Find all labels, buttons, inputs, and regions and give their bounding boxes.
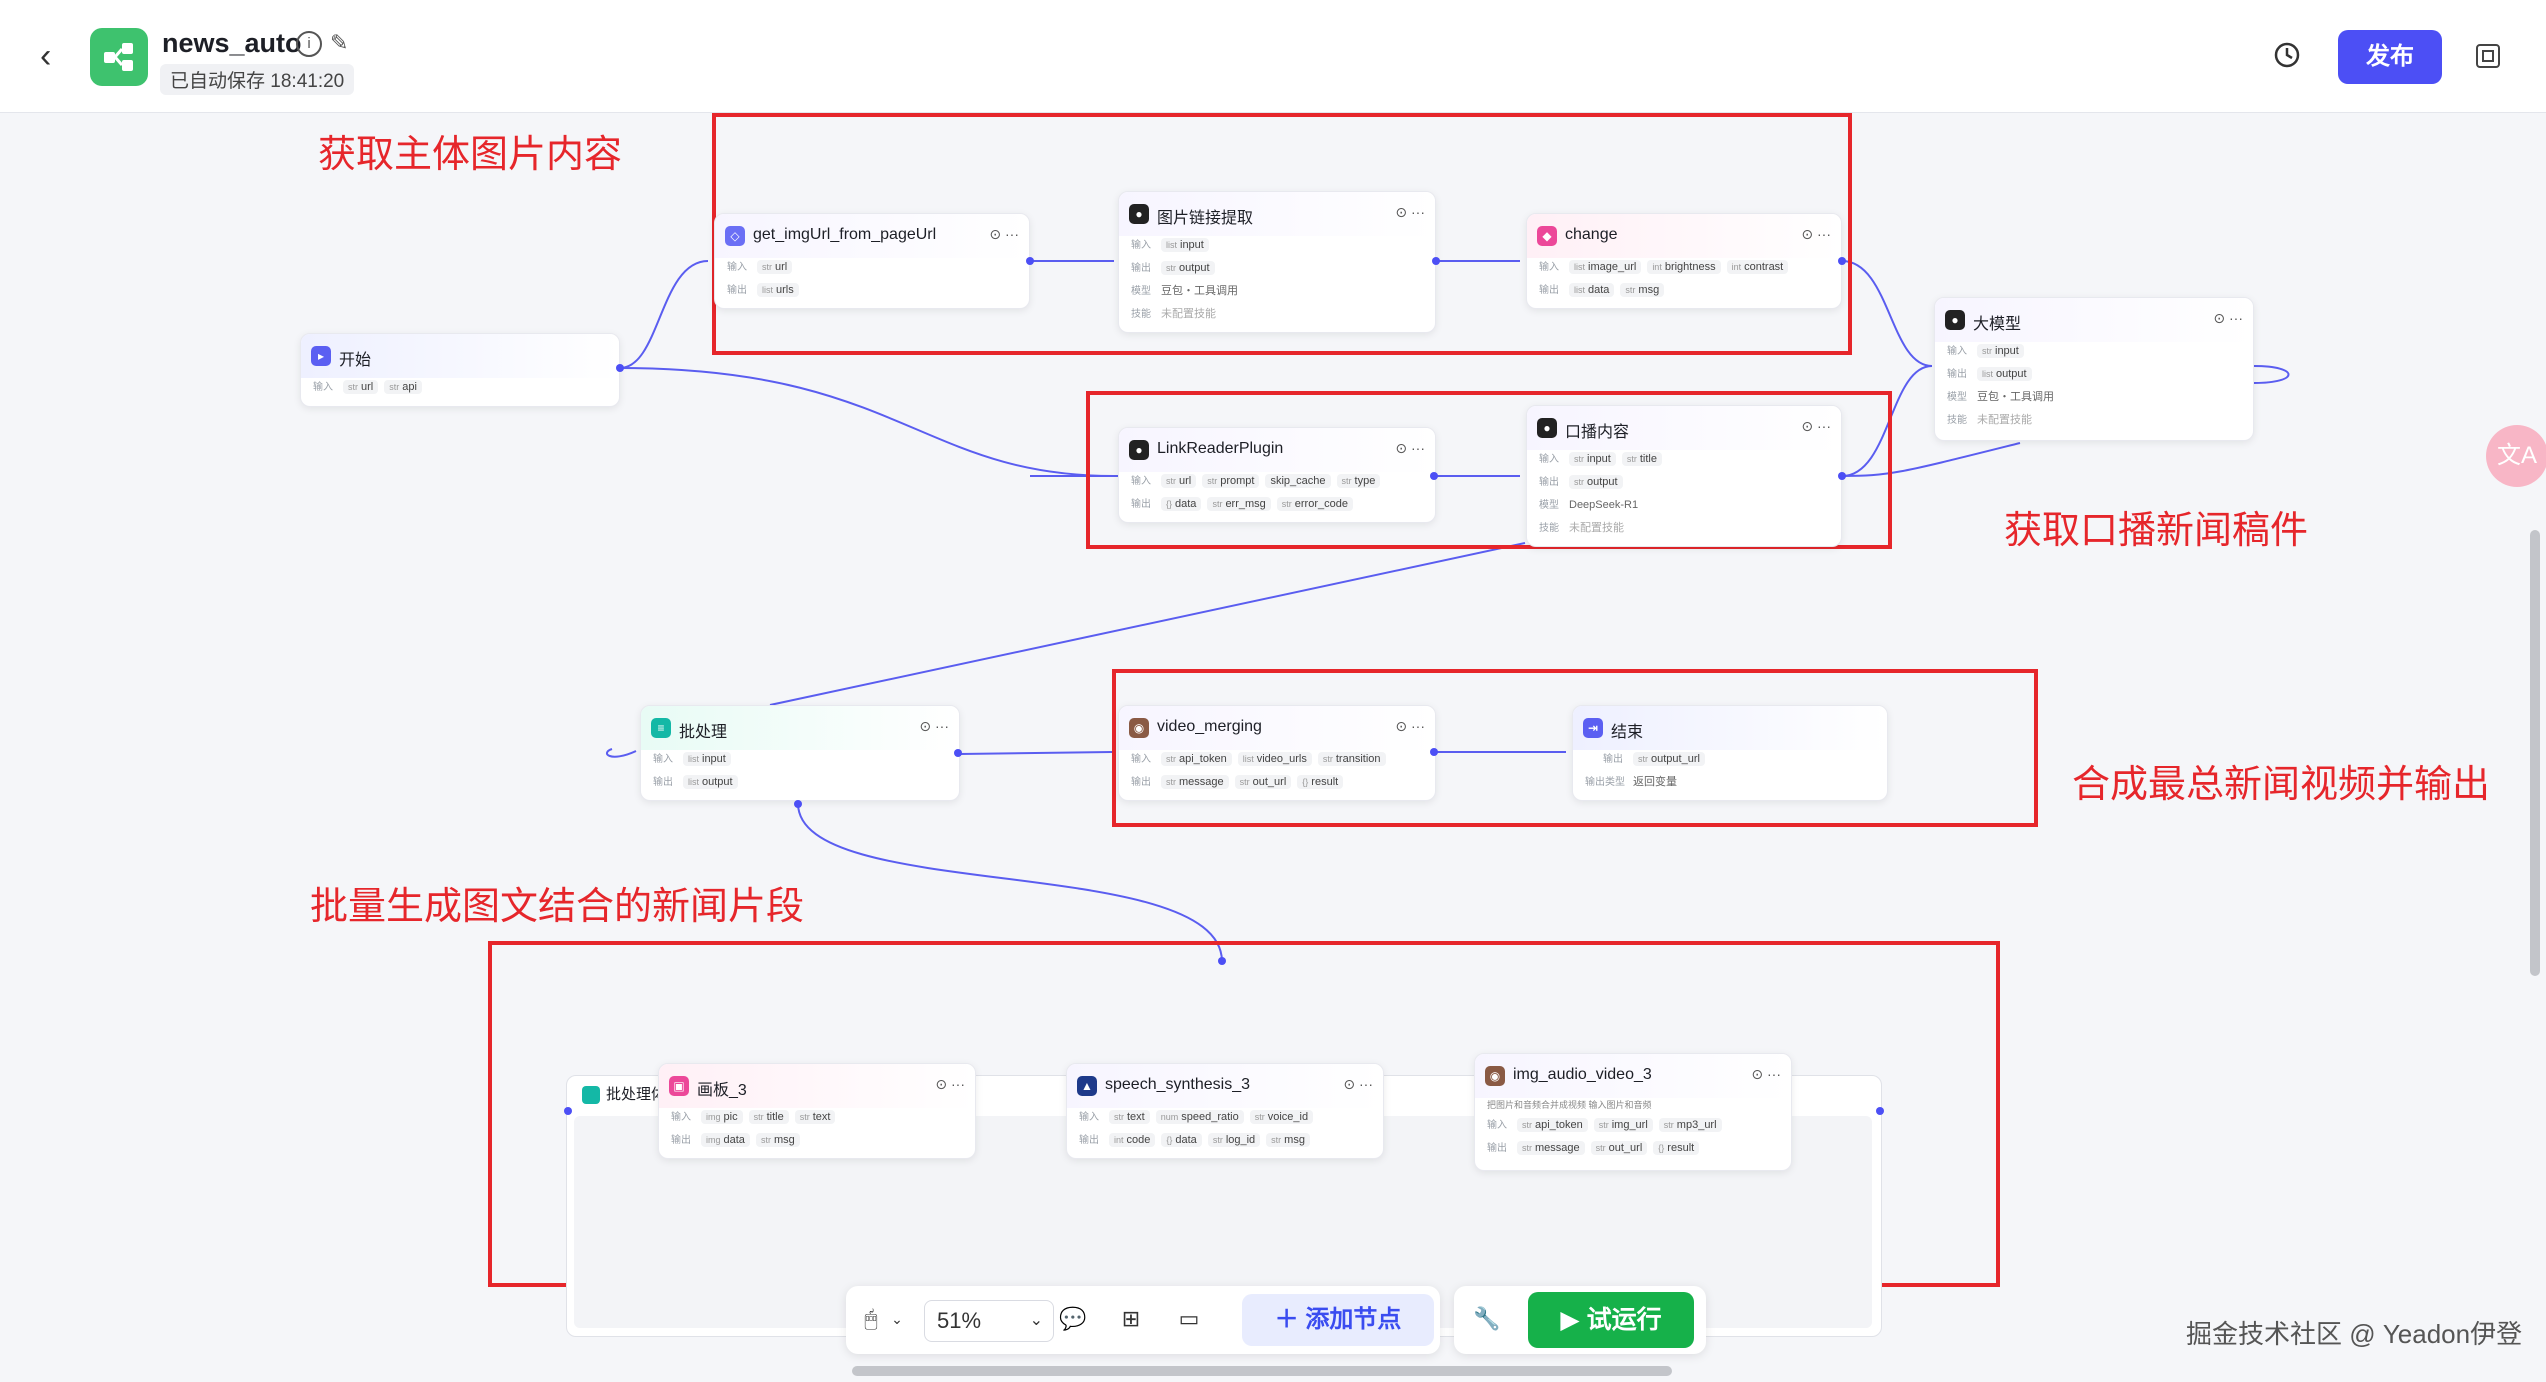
llm-icon: ● — [1537, 418, 1557, 438]
batch-icon: ≡ — [651, 718, 671, 738]
loop-title: 批处理体 — [582, 1083, 666, 1105]
test-run-button[interactable]: ▶ 试运行 — [1528, 1292, 1694, 1348]
annotation-text-batch: 批量生成图文结合的新闻片段 — [310, 884, 805, 928]
llm-icon: ● — [1129, 204, 1149, 224]
node-more-icon[interactable]: ⊙ ··· — [2213, 310, 2243, 327]
node-more-icon[interactable]: ⊙ ··· — [1801, 418, 1831, 435]
plugin-icon: ◇ — [725, 226, 745, 246]
node-title: LinkReaderPlugin — [1157, 440, 1284, 457]
node-title: change — [1565, 226, 1618, 243]
port-dot[interactable] — [1838, 472, 1846, 480]
node-title: video_merging — [1157, 718, 1262, 735]
port-dot[interactable] — [564, 1107, 572, 1115]
avatar-icon: ◉ — [1485, 1066, 1505, 1086]
node-more-icon[interactable]: ⊙ ··· — [919, 718, 949, 735]
node-change[interactable]: ◆ change ⊙ ··· 输入 list image_url int brightn… — [1526, 213, 1842, 309]
end-icon: ⇥ — [1583, 718, 1603, 738]
port-dot[interactable] — [794, 800, 802, 808]
node-more-icon[interactable]: ⊙ ··· — [989, 226, 1019, 243]
node-canvas-3[interactable]: ▣ 画板_3 ⊙ ··· 输入 img pic str title str text 输出 i… — [658, 1063, 976, 1159]
port-dot[interactable] — [1430, 472, 1438, 480]
start-icon: ▸ — [311, 346, 331, 366]
speech-icon: ▲ — [1077, 1076, 1097, 1096]
port-dot[interactable] — [1218, 957, 1226, 965]
node-img-audio-video[interactable]: ◉ img_audio_video_3 ⊙ ··· 把图片和音频合并成视频 输入… — [1474, 1053, 1792, 1171]
layout-icon[interactable]: ⊞ — [1116, 1304, 1146, 1334]
app-logo — [90, 28, 148, 86]
node-title: 图片链接提取 — [1157, 210, 1254, 227]
autosave-status: 已自动保存 18:41:20 — [160, 64, 355, 95]
zoom-select[interactable]: 51% ⌄ — [924, 1300, 1054, 1342]
annotation-text-video: 合成最总新闻视频并输出 — [2072, 762, 2491, 806]
node-more-icon[interactable]: ⊙ ··· — [1395, 440, 1425, 457]
node-start[interactable]: ▸ 开始 输入 str url str api — [300, 333, 620, 407]
node-more-icon[interactable]: ⊙ ··· — [935, 1076, 965, 1093]
wrench-icon[interactable]: 🔧 — [1472, 1304, 1502, 1334]
port-dot[interactable] — [1838, 257, 1846, 265]
back-icon[interactable]: ‹ — [40, 36, 74, 76]
node-title: 批处理 — [679, 724, 728, 741]
app-name: news_auto — [162, 28, 302, 58]
info-icon[interactable]: i — [296, 31, 322, 57]
avatar-icon: ◉ — [1129, 718, 1149, 738]
minimap-icon[interactable]: ▭ — [1174, 1304, 1204, 1334]
port-dot[interactable] — [616, 364, 624, 372]
node-batch[interactable]: ≡ 批处理 ⊙ ··· 输入 list input 输出 list output — [640, 705, 960, 801]
node-more-icon[interactable]: ⊙ ··· — [1395, 718, 1425, 735]
edit-icon[interactable]: ✎ — [330, 30, 348, 56]
vertical-scrollbar[interactable] — [2530, 530, 2540, 976]
node-title: 大模型 — [1973, 316, 2022, 333]
node-broadcast-content[interactable]: ● 口播内容 ⊙ ··· 输入 str input str title 输出 str out… — [1526, 405, 1842, 547]
llm-icon: ● — [1945, 310, 1965, 330]
node-title: img_audio_video_3 — [1513, 1066, 1652, 1083]
horizontal-scrollbar[interactable] — [852, 1366, 1672, 1376]
translate-icon[interactable]: 文A — [2486, 425, 2546, 487]
annotation-text-image: 获取主体图片内容 — [318, 132, 623, 176]
history-icon[interactable] — [2272, 40, 2302, 70]
node-get-img-url[interactable]: ◇ get_imgUrl_from_pageUrl ⊙ ··· 输入 str url… — [714, 213, 1030, 309]
chevron-down-icon[interactable]: ⌄ — [882, 1304, 912, 1334]
workflow-canvas[interactable]: 获取主体图片内容 获取口播新闻稿件 合成最总新闻视频并输出 批量生成图文结合的新… — [0, 113, 2546, 1382]
node-image-link-extract[interactable]: ● 图片链接提取 ⊙ ··· 输入 list input 输出 str output 模… — [1118, 191, 1436, 333]
node-llm[interactable]: ● 大模型 ⊙ ··· 输入 str input 输出 list output 模型 豆包… — [1934, 297, 2254, 441]
node-title: 结束 — [1611, 724, 1644, 741]
node-link-reader[interactable]: ● LinkReaderPlugin ⊙ ··· 输入 str url str prom… — [1118, 427, 1436, 523]
node-more-icon[interactable]: ⊙ ··· — [1751, 1066, 1781, 1083]
port-dot[interactable] — [1430, 748, 1438, 756]
node-video-merging[interactable]: ◉ video_merging ⊙ ··· 输入 str api_token list… — [1118, 705, 1436, 801]
annotation-text-broadcast: 获取口播新闻稿件 — [2004, 508, 2309, 552]
add-node-button[interactable]: ＋ 添加节点 — [1242, 1294, 1434, 1346]
copy-icon[interactable] — [2474, 42, 2502, 70]
node-more-icon[interactable]: ⊙ ··· — [1395, 204, 1425, 221]
node-title: get_imgUrl_from_pageUrl — [753, 226, 937, 243]
node-title: 画板_3 — [697, 1082, 747, 1099]
port-dot[interactable] — [1026, 257, 1034, 265]
plugin-icon: ◆ — [1537, 226, 1557, 246]
plugin-icon: ● — [1129, 440, 1149, 460]
port-dot[interactable] — [1876, 1107, 1884, 1115]
node-end[interactable]: ⇥ 结束 输出 str output_url 输出类型 返回变量 — [1572, 705, 1888, 801]
node-title: 口播内容 — [1565, 424, 1630, 441]
node-speech-synthesis[interactable]: ▲ speech_synthesis_3 ⊙ ··· 输入 str text num s… — [1066, 1063, 1384, 1159]
comment-icon[interactable]: 💬 — [1058, 1304, 1088, 1334]
top-bar: ‹ news_auto i ✎ 已自动保存 18:41:20 发布 — [0, 0, 2546, 113]
node-title: 开始 — [339, 352, 372, 369]
port-dot[interactable] — [1432, 257, 1440, 265]
node-title: speech_synthesis_3 — [1105, 1076, 1250, 1093]
node-more-icon[interactable]: ⊙ ··· — [1343, 1076, 1373, 1093]
node-more-icon[interactable]: ⊙ ··· — [1801, 226, 1831, 243]
bottom-toolbar: 🖱 ⌄ 51% ⌄ 💬 ⊞ ▭ ＋ 添加节点 🔧 ▶ 试运行 — [846, 1286, 1706, 1354]
watermark: 掘金技术社区 @ Yeadon伊登 — [2186, 1319, 2523, 1349]
canvas-icon: ▣ — [669, 1076, 689, 1096]
port-dot[interactable] — [954, 749, 962, 757]
node-desc: 把图片和音频合并成视频 输入图片和音频 — [1487, 1100, 1652, 1110]
publish-button[interactable]: 发布 — [2338, 30, 2442, 84]
